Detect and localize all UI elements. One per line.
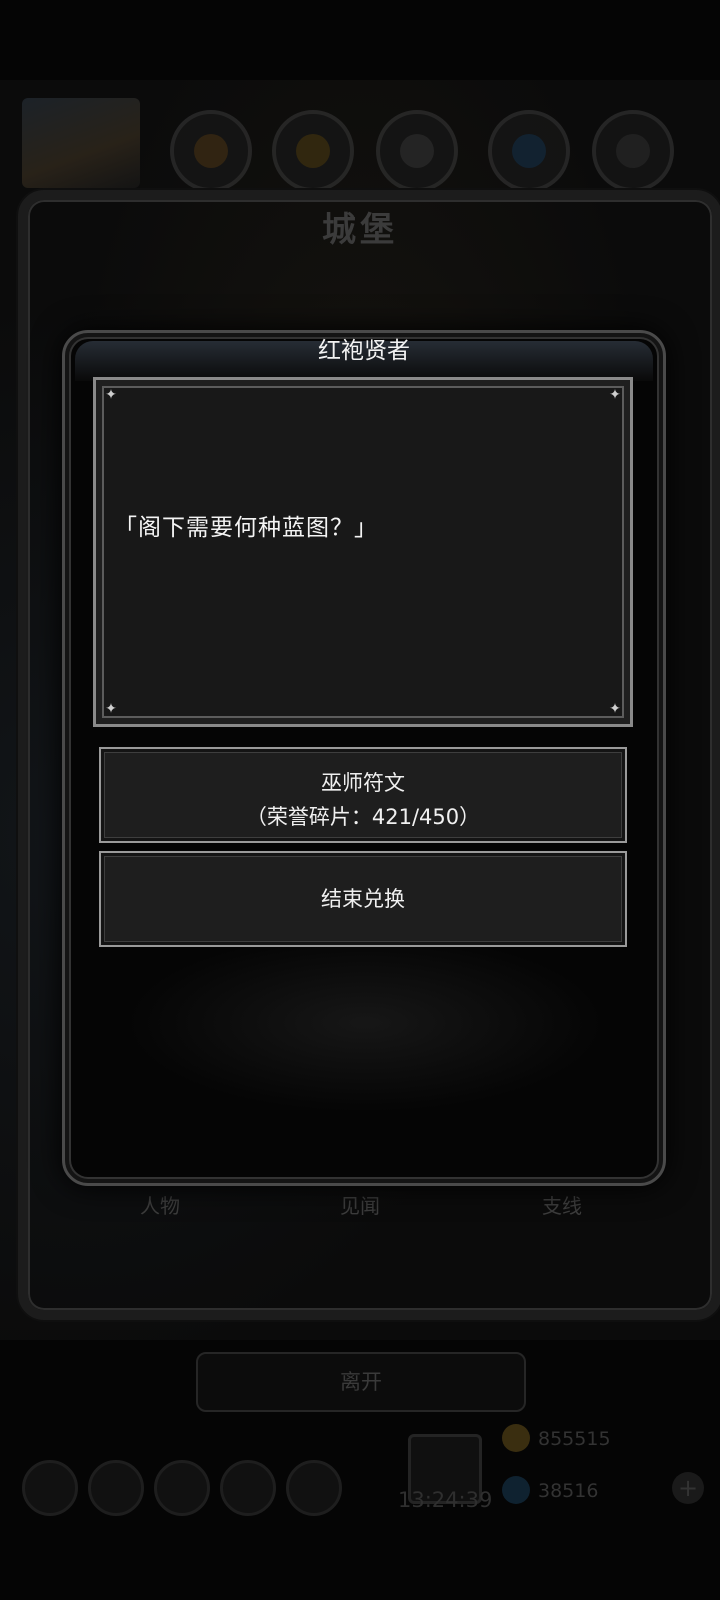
tab-side-quests[interactable]: 支线	[502, 1190, 622, 1219]
tab-characters[interactable]: 人物	[100, 1190, 220, 1219]
dialog-texture	[125, 933, 605, 1113]
castle-tabs: 人物 见闻 支线	[40, 1180, 680, 1230]
gift-timer: 13:24:39	[398, 1488, 493, 1512]
leave-button[interactable]: 离开	[196, 1352, 526, 1412]
castle-title: 城堡	[322, 210, 398, 250]
sparkle-icon: ✦	[105, 387, 117, 403]
speaker-name: 红袍贤者	[318, 338, 410, 364]
option-label: 结束兑换	[321, 887, 405, 911]
menu-icon-1[interactable]	[22, 1460, 78, 1516]
tab-experiences[interactable]: 见闻	[300, 1190, 420, 1219]
menu-icon-2[interactable]	[88, 1460, 144, 1516]
option-cost: （荣誉碎片：421/450）	[245, 805, 481, 829]
dialog-message: 「阁下需要何种蓝图？」	[114, 515, 378, 541]
resource-food-icon	[170, 110, 252, 192]
player-avatar	[22, 98, 140, 188]
menu-icon-5[interactable]	[286, 1460, 342, 1516]
add-currency-icon[interactable]: +	[672, 1472, 704, 1504]
gem-amount: 38516	[538, 1480, 599, 1502]
menu-icon-3[interactable]	[154, 1460, 210, 1516]
sparkle-icon: ✦	[609, 387, 621, 403]
option-title: 巫师符文	[321, 771, 405, 795]
gold-coin-icon	[502, 1424, 530, 1452]
menu-icon-4[interactable]	[220, 1460, 276, 1516]
gem-icon	[502, 1476, 530, 1504]
end-exchange-button[interactable]: 结束兑换	[99, 851, 627, 947]
resource-water-icon	[488, 110, 570, 192]
resource-stone-icon	[376, 110, 458, 192]
option-wizard-rune-button[interactable]: 巫师符文 （荣誉碎片：421/450）	[99, 747, 627, 843]
sparkle-icon: ✦	[609, 701, 621, 717]
gold-amount: 855515	[538, 1428, 611, 1450]
npc-dialog: 红袍贤者 ✦ ✦ ✦ ✦ 「阁下需要何种蓝图？」 巫师符文 （荣誉碎片：421/…	[62, 330, 666, 1186]
dialog-text-panel: ✦ ✦ ✦ ✦ 「阁下需要何种蓝图？」	[93, 377, 633, 727]
resource-wood-icon	[272, 110, 354, 192]
resource-iron-icon	[592, 110, 674, 192]
sparkle-icon: ✦	[105, 701, 117, 717]
